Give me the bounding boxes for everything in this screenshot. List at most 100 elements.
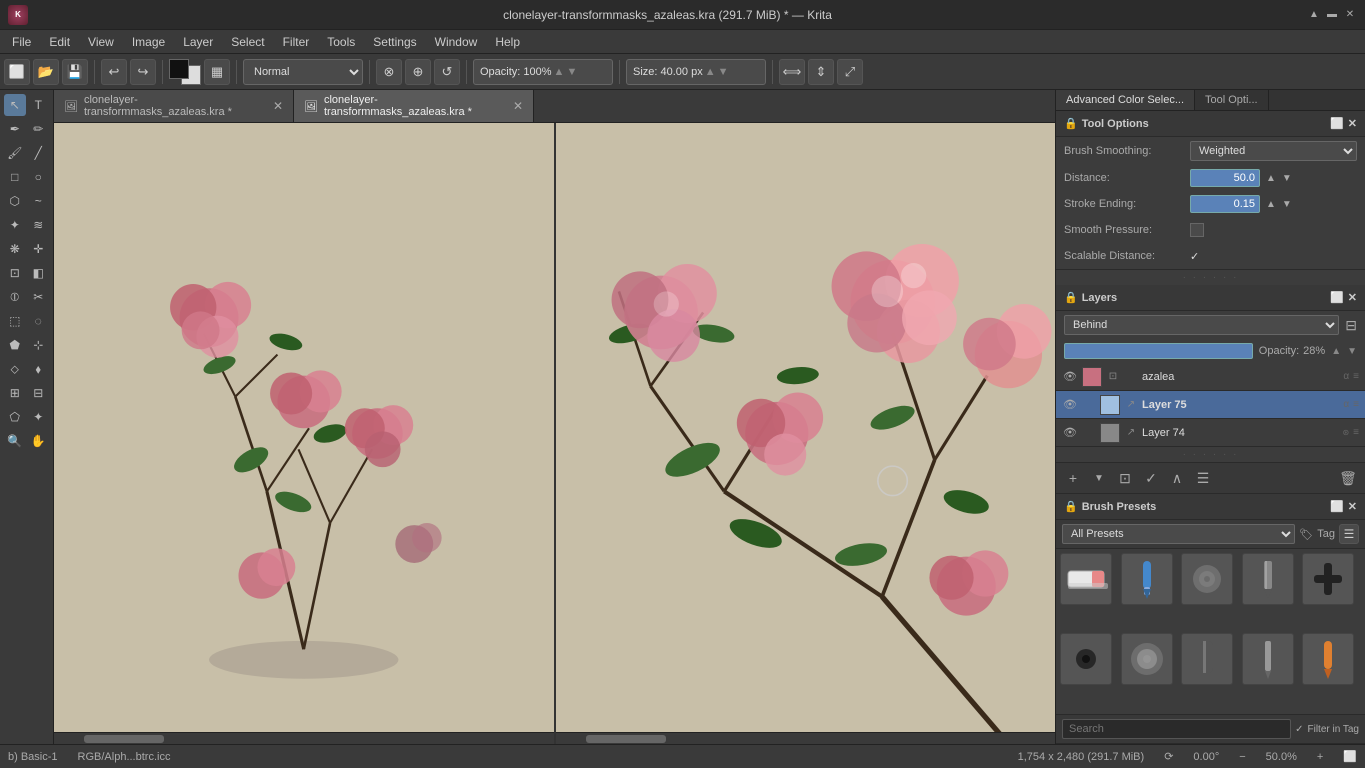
menu-window[interactable]: Window [427,33,486,51]
pattern-button[interactable]: ▦ [204,59,230,85]
menu-help[interactable]: Help [487,33,528,51]
mirror-v-button[interactable]: ⇕ [808,59,834,85]
reload-button[interactable]: ↺ [434,59,460,85]
smart-patch-tool[interactable]: ✂ [28,286,50,308]
new-document-button[interactable]: ⬜ [4,59,30,85]
add-layer-button[interactable]: + [1062,467,1084,489]
polygon-tool[interactable]: ⬡ [4,190,26,212]
bezier-select-tool[interactable]: ⊟ [28,382,50,404]
menu-view[interactable]: View [80,33,122,51]
elliptical-select-tool[interactable]: ◌ [28,310,50,332]
brush-thumb-airbrush-gray[interactable] [1181,553,1233,605]
distance-down[interactable]: ▼ [1282,173,1292,184]
menu-select[interactable]: Select [223,33,272,51]
menu-file[interactable]: File [4,33,39,51]
fit-canvas-button[interactable]: ⬜ [1343,750,1357,763]
blend-mode-select[interactable]: Normal [243,59,363,85]
brush-thumb-pen-blue[interactable] [1121,553,1173,605]
stroke-ending-up[interactable]: ▲ [1266,199,1276,210]
size-control[interactable]: Size: 40.00 px ▲ ▼ [626,59,766,85]
canvas-tab-2-close[interactable]: ✕ [513,99,523,113]
curve-tool[interactable]: ~ [28,190,50,212]
tool-options-float-button[interactable]: ⬜ [1330,117,1344,130]
layer-eye-azalea[interactable]: 👁 [1062,369,1078,385]
layers-float-button[interactable]: ⬜ [1330,291,1344,304]
scrollbar-thumb-h-left[interactable] [84,735,164,743]
canvas-view-right[interactable] [556,123,1056,744]
menu-edit[interactable]: Edit [41,33,78,51]
tab-advanced-color-selector[interactable]: Advanced Color Selec... [1056,90,1195,110]
menu-image[interactable]: Image [124,33,173,51]
distance-up[interactable]: ▲ [1266,173,1276,184]
eyedropper-tool[interactable]: ✦ [28,406,50,428]
clear-button[interactable]: ⊗ [376,59,402,85]
menu-settings[interactable]: Settings [365,33,424,51]
brush-tag-select[interactable]: All Presets [1062,524,1295,544]
maximize-button[interactable]: ▬ [1325,8,1339,22]
layer-options-azalea[interactable]: ≡ [1353,371,1359,382]
rotate-button[interactable]: ⤢ [837,59,863,85]
contiguous-select-tool[interactable]: ⬦ [4,358,26,380]
layer-item-75[interactable]: 👁 ↗ Layer 75 α ≡ [1056,391,1365,419]
freehand-tool[interactable]: ✏ [28,118,50,140]
dynamic-brush-tool[interactable]: ≋ [28,214,50,236]
menu-tools[interactable]: Tools [319,33,363,51]
canvas-tab-1-close[interactable]: ✕ [273,99,283,113]
brush-smoothing-select[interactable]: Weighted [1190,141,1357,161]
brush-thumb-pencil-alt[interactable] [1242,633,1294,685]
opacity-stepper-up[interactable]: ▲ [554,66,565,78]
zoom-tool[interactable]: 🔍 [4,430,26,452]
canvas-view-left[interactable] [54,123,556,744]
size-stepper-down[interactable]: ▼ [718,66,729,78]
colorize-mask-tool[interactable]: ⦶ [4,286,26,308]
layers-filter-icon[interactable]: ⊟ [1345,317,1357,334]
bezier-tool[interactable]: ✦ [4,214,26,236]
scrollbar-thumb-h-right[interactable] [586,735,666,743]
menu-layer[interactable]: Layer [175,33,221,51]
mirror-h-button[interactable]: ⟺ [779,59,805,85]
magnetic-select-tool[interactable]: ⊞ [4,382,26,404]
brush-thumb-pen-orange[interactable] [1302,633,1354,685]
size-stepper-up[interactable]: ▲ [705,66,716,78]
layer-item-azalea[interactable]: 👁 ⊡ azalea α ≡ [1056,363,1365,391]
minimize-button[interactable]: ▲ [1307,8,1321,22]
brush-search-input[interactable] [1062,719,1291,739]
delete-layer-button[interactable]: 🗑 [1337,467,1359,489]
rectangular-select-tool[interactable]: ⬚ [4,310,26,332]
layer-options-75[interactable]: ≡ [1353,399,1359,410]
brush-presets-close-button[interactable]: ✕ [1348,500,1357,513]
layer-eye-75[interactable]: 👁 [1062,397,1078,413]
move-tool[interactable]: ✛ [28,238,50,260]
smooth-pressure-checkbox[interactable] [1190,223,1204,237]
multibrush-tool[interactable]: ❋ [4,238,26,260]
layers-close-button[interactable]: ✕ [1348,291,1357,304]
brush-thumb-eraser[interactable] [1060,553,1112,605]
canvas-tab-1[interactable]: 🖼 clonelayer-transformmasks_azaleas.kra … [54,90,294,122]
text-tool[interactable]: T [28,94,50,116]
distance-spinbox[interactable]: 50.0 [1190,169,1260,187]
brush-tool[interactable]: 🖌 [4,142,26,164]
preserve-alpha-button[interactable]: ⊕ [405,59,431,85]
move-layer-up-button[interactable]: ✓ [1140,467,1162,489]
window-controls[interactable]: ▲ ▬ ✕ [1307,8,1357,22]
fill-tool[interactable]: ⬠ [4,406,26,428]
redo-button[interactable]: ↪ [130,59,156,85]
foreground-color-swatch[interactable] [169,59,189,79]
opacity-stepper-down[interactable]: ▼ [566,66,577,78]
layers-opacity-bar[interactable] [1064,343,1253,359]
freehand-select-tool[interactable]: ⊹ [28,334,50,356]
layer-item-74[interactable]: 👁 ↗ Layer 74 ⊛ ≡ [1056,419,1365,447]
open-button[interactable]: 📂 [33,59,59,85]
zoom-out-button[interactable]: − [1239,751,1245,763]
opacity-control[interactable]: Opacity: 100% ▲ ▼ [473,59,613,85]
menu-filter[interactable]: Filter [275,33,318,51]
brush-presets-float-button[interactable]: ⬜ [1330,500,1344,513]
scrollbar-h-right[interactable] [556,732,1056,744]
rectangle-tool[interactable]: □ [4,166,26,188]
close-button[interactable]: ✕ [1343,8,1357,22]
brush-thumb-airbrush-light[interactable] [1121,633,1173,685]
line-tool[interactable]: ╱ [28,142,50,164]
polygon-select-tool[interactable]: ⬟ [4,334,26,356]
move-layer-down-button[interactable]: ∧ [1166,467,1188,489]
layer-options-74[interactable]: ≡ [1353,427,1359,438]
